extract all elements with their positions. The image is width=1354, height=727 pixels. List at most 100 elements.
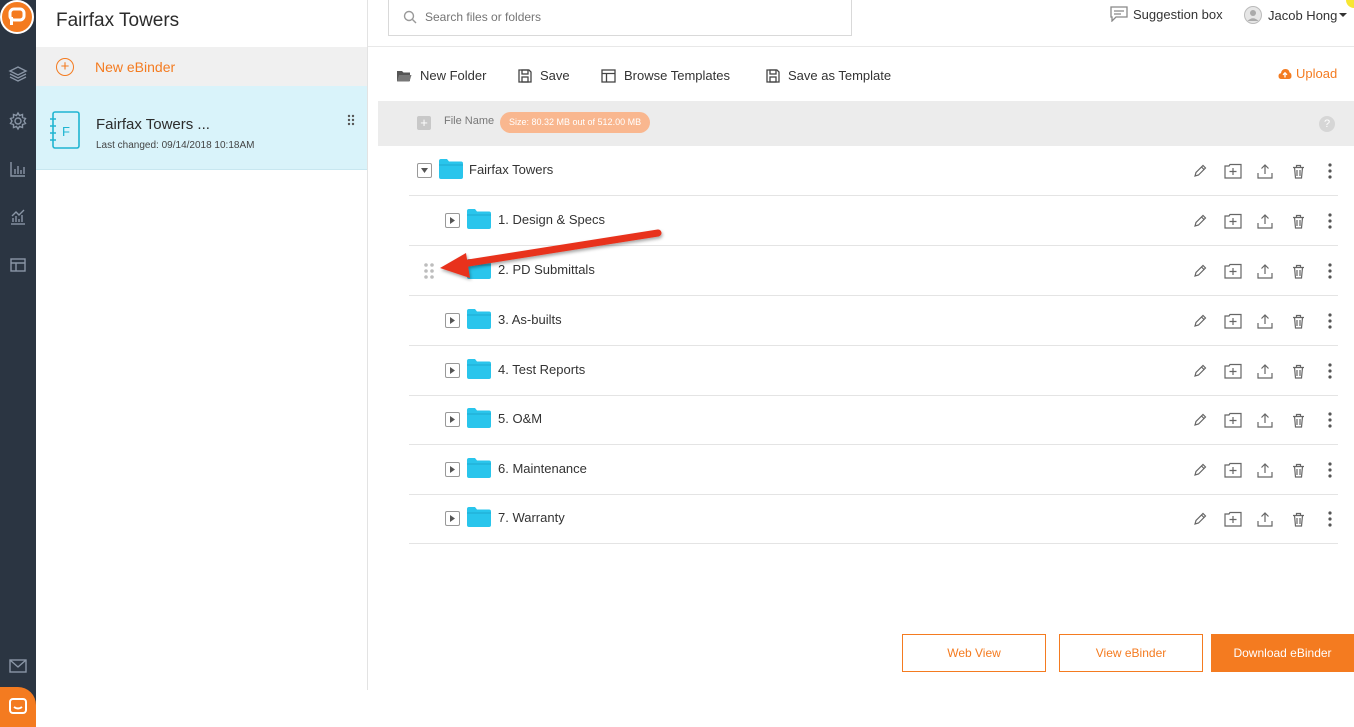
chevron-down-icon [1339, 13, 1348, 17]
folder-label: 2. PD Submittals [498, 262, 595, 277]
add-file-icon[interactable] [1223, 410, 1243, 430]
expand-toggle-icon[interactable] [445, 213, 460, 228]
upload-icon[interactable] [1255, 311, 1275, 331]
trash-icon[interactable] [1288, 261, 1308, 281]
expand-toggle-icon[interactable] [445, 511, 460, 526]
more-options-icon[interactable] [1320, 261, 1340, 281]
row-actions [1190, 311, 1338, 331]
more-options-icon[interactable] [1320, 311, 1340, 331]
upload-icon[interactable] [1255, 460, 1275, 480]
more-options-icon[interactable] [1320, 460, 1340, 480]
add-circle-icon: + [56, 57, 74, 76]
binder-drag-handle-icon[interactable] [347, 114, 355, 129]
trash-icon[interactable] [1288, 460, 1308, 480]
layout-icon[interactable] [5, 252, 31, 278]
folder-row[interactable]: 6. Maintenance [409, 445, 1338, 495]
more-options-icon[interactable] [1320, 410, 1340, 430]
browse-templates-button[interactable]: Browse Templates [601, 68, 730, 83]
add-file-icon[interactable] [1223, 361, 1243, 381]
edit-pencil-icon[interactable] [1190, 311, 1210, 331]
drag-handle-icon[interactable] [423, 262, 437, 280]
expand-toggle-icon[interactable] [445, 363, 460, 378]
edit-pencil-icon[interactable] [1190, 211, 1210, 231]
bar-chart-icon[interactable] [5, 156, 31, 182]
row-actions [1190, 211, 1338, 231]
add-file-icon[interactable] [1223, 460, 1243, 480]
view-ebinder-button[interactable]: View eBinder [1059, 634, 1203, 672]
trash-icon[interactable] [1288, 361, 1308, 381]
search-box[interactable] [388, 0, 852, 36]
upload-icon[interactable] [1255, 261, 1275, 281]
add-file-icon[interactable] [1223, 261, 1243, 281]
new-ebinder-button[interactable]: + New eBinder [36, 47, 367, 86]
suggestion-label: Suggestion box [1133, 6, 1223, 22]
folder-icon [467, 259, 491, 279]
app-logo[interactable] [0, 0, 34, 34]
folder-icon [467, 209, 491, 229]
expand-toggle-icon[interactable] [445, 462, 460, 477]
add-file-icon[interactable] [1223, 161, 1243, 181]
binder-list-item[interactable]: F Fairfax Towers ... Last changed: 09/14… [36, 86, 367, 170]
save-as-template-button[interactable]: Save as Template [766, 68, 891, 83]
new-ebinder-label: New eBinder [95, 58, 176, 75]
add-file-icon[interactable] [1223, 311, 1243, 331]
user-menu[interactable]: Jacob Hong [1244, 6, 1348, 24]
trash-icon[interactable] [1288, 311, 1308, 331]
upload-icon[interactable] [1255, 161, 1275, 181]
folder-row[interactable]: 1. Design & Specs [409, 196, 1338, 246]
trash-icon[interactable] [1288, 211, 1308, 231]
folder-row[interactable]: 4. Test Reports [409, 346, 1338, 396]
edit-pencil-icon[interactable] [1190, 261, 1210, 281]
web-view-button[interactable]: Web View [902, 634, 1046, 672]
template-icon [601, 68, 616, 83]
row-actions [1190, 161, 1338, 181]
folder-row[interactable]: 7. Warranty [409, 494, 1338, 544]
expand-all-icon[interactable]: + [417, 116, 431, 130]
help-icon[interactable]: ? [1319, 116, 1335, 132]
more-options-icon[interactable] [1320, 211, 1340, 231]
trash-icon[interactable] [1288, 410, 1308, 430]
mail-icon[interactable] [5, 653, 31, 679]
search-input[interactable] [425, 10, 825, 24]
folder-row[interactable]: 2. PD Submittals [409, 246, 1338, 296]
settings-icon[interactable] [5, 108, 31, 134]
trash-icon[interactable] [1288, 509, 1308, 529]
folder-label: 3. As-builts [498, 312, 562, 327]
upload-icon[interactable] [1255, 211, 1275, 231]
more-options-icon[interactable] [1320, 161, 1340, 181]
binder-icon: F [50, 111, 80, 149]
add-file-icon[interactable] [1223, 509, 1243, 529]
folder-row-root[interactable]: Fairfax Towers [409, 146, 1338, 196]
more-options-icon[interactable] [1320, 361, 1340, 381]
edit-pencil-icon[interactable] [1190, 509, 1210, 529]
folder-icon [467, 408, 491, 428]
edit-pencil-icon[interactable] [1190, 460, 1210, 480]
trash-icon[interactable] [1288, 161, 1308, 181]
chat-launcher-icon[interactable] [0, 687, 36, 727]
download-ebinder-button[interactable]: Download eBinder [1211, 634, 1354, 672]
upload-button[interactable]: Upload [1278, 66, 1337, 81]
expand-toggle-icon[interactable] [445, 313, 460, 328]
expand-toggle-icon[interactable] [445, 412, 460, 427]
more-options-icon[interactable] [1320, 509, 1340, 529]
row-actions [1190, 361, 1338, 381]
folder-label: Fairfax Towers [469, 162, 554, 177]
upload-icon[interactable] [1255, 410, 1275, 430]
save-button[interactable]: Save [518, 68, 570, 83]
folder-row[interactable]: 5. O&M [409, 395, 1338, 445]
edit-pencil-icon[interactable] [1190, 161, 1210, 181]
collapse-toggle-icon[interactable] [417, 163, 432, 178]
new-folder-button[interactable]: New Folder [396, 68, 486, 83]
upload-icon[interactable] [1255, 509, 1275, 529]
edit-pencil-icon[interactable] [1190, 361, 1210, 381]
folder-row[interactable]: 3. As-builts [409, 296, 1338, 346]
new-folder-label: New Folder [420, 68, 487, 83]
upload-icon[interactable] [1255, 361, 1275, 381]
suggestion-box-link[interactable]: Suggestion box [1110, 6, 1223, 22]
layers-icon[interactable] [5, 61, 31, 87]
topbar-divider [368, 46, 1354, 47]
row-actions [1190, 460, 1338, 480]
analytics-icon[interactable] [5, 204, 31, 230]
edit-pencil-icon[interactable] [1190, 410, 1210, 430]
add-file-icon[interactable] [1223, 211, 1243, 231]
